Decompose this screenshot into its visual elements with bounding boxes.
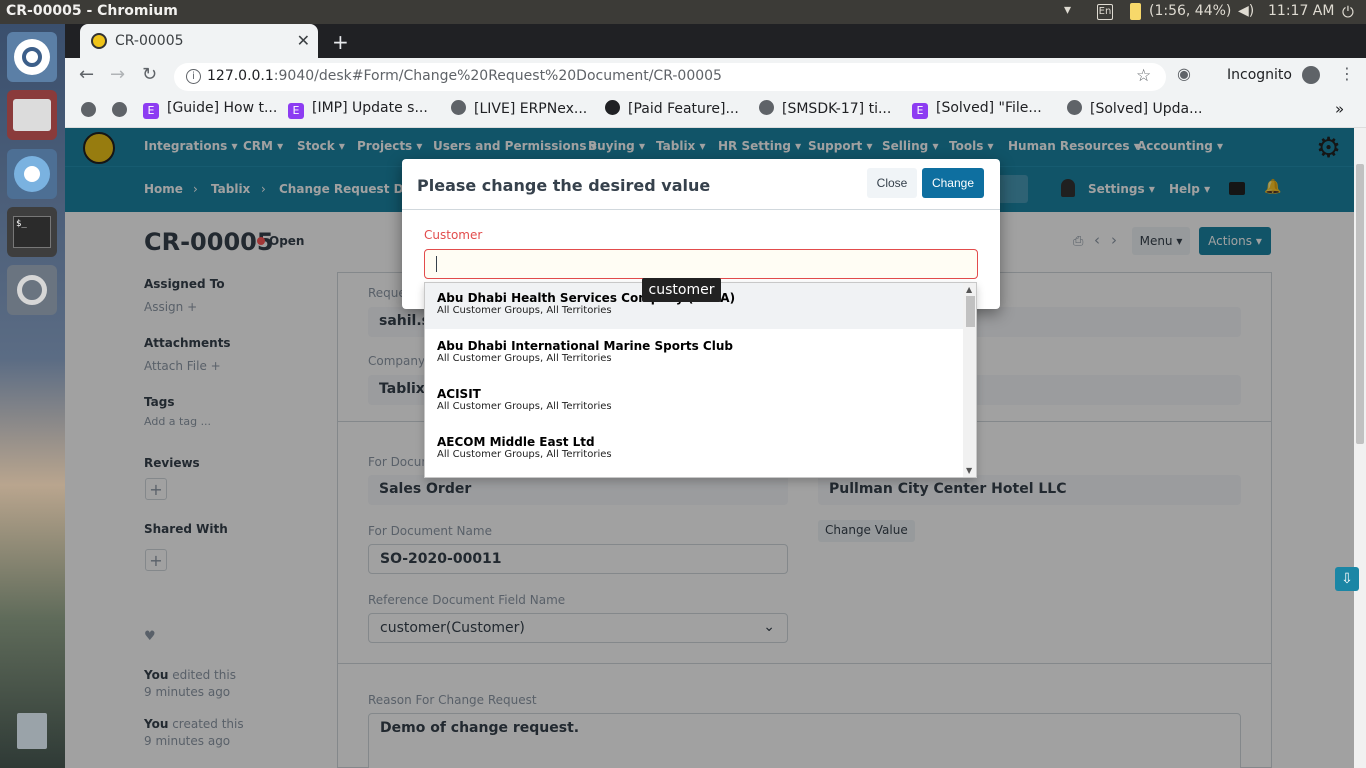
github-icon	[605, 100, 620, 115]
screenshot-icon[interactable]	[7, 265, 57, 315]
list-item[interactable]: AECOM Middle East Ltd All Customer Group…	[425, 427, 963, 473]
change-button[interactable]: Change	[922, 168, 984, 198]
chromium-icon[interactable]	[7, 149, 57, 199]
globe-icon	[759, 100, 774, 115]
customer-label: Customer	[424, 228, 483, 242]
browser-tab[interactable]: CR-00005 ✕	[80, 24, 318, 58]
bookmark-item[interactable]: E [Guide] How t...	[143, 100, 277, 119]
wifi-icon[interactable]: ▾	[1064, 2, 1071, 18]
browser-menu-icon[interactable]: ⋮	[1339, 64, 1355, 83]
close-button[interactable]: Close	[867, 168, 917, 198]
list-item[interactable]: ACISIT All Customer Groups, All Territor…	[425, 379, 963, 425]
globe-icon	[451, 100, 466, 115]
list-item[interactable]: Abu Dhabi International Marine Sports Cl…	[425, 331, 963, 377]
scroll-down-icon[interactable]: ▼	[966, 466, 972, 475]
battery-status: (1:56, 44%)	[1149, 3, 1232, 19]
bookmark-item[interactable]: [Paid Feature]...	[605, 100, 739, 117]
bookmark-item[interactable]: E [IMP] Update s...	[288, 100, 428, 119]
address-bar[interactable]: i 127.0.0.1:9040/desk#Form/Change%20Requ…	[174, 63, 1166, 91]
customer-autocomplete-list: Abu Dhabi Health Services Company (SEHA)…	[424, 282, 977, 478]
e-favicon-icon: E	[912, 103, 928, 119]
e-favicon-icon: E	[143, 103, 159, 119]
close-tab-icon[interactable]: ✕	[297, 31, 310, 50]
reload-icon[interactable]: ↻	[142, 64, 157, 85]
window-title: CR-00005 - Chromium	[6, 3, 178, 19]
text-caret	[436, 256, 437, 272]
bookmark-item[interactable]: [SMSDK-17] ti...	[759, 100, 891, 117]
field-tooltip: customer	[642, 278, 721, 302]
forward-icon[interactable]: →	[110, 64, 125, 85]
globe-icon	[1067, 100, 1082, 115]
volume-icon[interactable]: ◀)	[1238, 3, 1254, 19]
bookmark-star-icon[interactable]: ☆	[1136, 66, 1151, 86]
files-icon[interactable]	[7, 90, 57, 140]
power-icon[interactable]: ⏻	[1342, 3, 1354, 21]
trash-icon[interactable]	[7, 706, 57, 756]
new-tab-icon[interactable]: +	[332, 30, 349, 54]
globe-icon[interactable]	[112, 102, 127, 117]
scroll-up-icon[interactable]: ▲	[966, 285, 972, 294]
dropdown-scrollbar[interactable]: ▲ ▼	[963, 283, 976, 477]
e-favicon-icon: E	[288, 103, 304, 119]
scrollbar-thumb[interactable]	[966, 296, 975, 327]
incognito-icon[interactable]	[1302, 66, 1320, 84]
dialog-divider	[402, 209, 1000, 210]
page-scrollbar[interactable]	[1354, 128, 1366, 768]
bookmarks-bar: E [Guide] How t... E [IMP] Update s... [LI…	[65, 94, 1366, 128]
dialog-title: Please change the desired value	[417, 176, 711, 195]
site-info-icon[interactable]: i	[186, 69, 201, 84]
bookmark-item[interactable]: E [Solved] "File...	[912, 100, 1042, 119]
customer-input[interactable]	[424, 249, 978, 279]
incognito-avatar-icon[interactable]: ◉	[1177, 64, 1191, 83]
more-bookmarks-icon[interactable]: »	[1335, 100, 1344, 118]
scrollbar-thumb[interactable]	[1356, 164, 1364, 444]
ubuntu-dash-icon[interactable]	[7, 32, 57, 82]
incognito-label: Incognito	[1227, 67, 1292, 83]
bookmark-item[interactable]: [LIVE] ERPNex...	[451, 100, 587, 117]
clock[interactable]: 11:17 AM	[1268, 3, 1334, 19]
favicon-icon	[91, 33, 107, 49]
battery-icon[interactable]	[1130, 3, 1141, 20]
bookmark-item[interactable]: [Solved] Upda...	[1067, 100, 1202, 117]
keyboard-layout-indicator[interactable]: En	[1097, 4, 1113, 20]
tab-title: CR-00005	[115, 33, 184, 49]
scroll-down-float-icon[interactable]: ⇩	[1335, 567, 1359, 591]
terminal-icon[interactable]: $_	[7, 207, 57, 257]
globe-icon[interactable]	[81, 102, 96, 117]
url-text: 127.0.0.1:9040/desk#Form/Change%20Reques…	[207, 68, 722, 84]
launcher: $_	[0, 24, 65, 768]
back-icon[interactable]: ←	[79, 64, 94, 85]
os-top-bar: CR-00005 - Chromium ▾ En (1:56, 44%) ◀) …	[0, 0, 1366, 24]
